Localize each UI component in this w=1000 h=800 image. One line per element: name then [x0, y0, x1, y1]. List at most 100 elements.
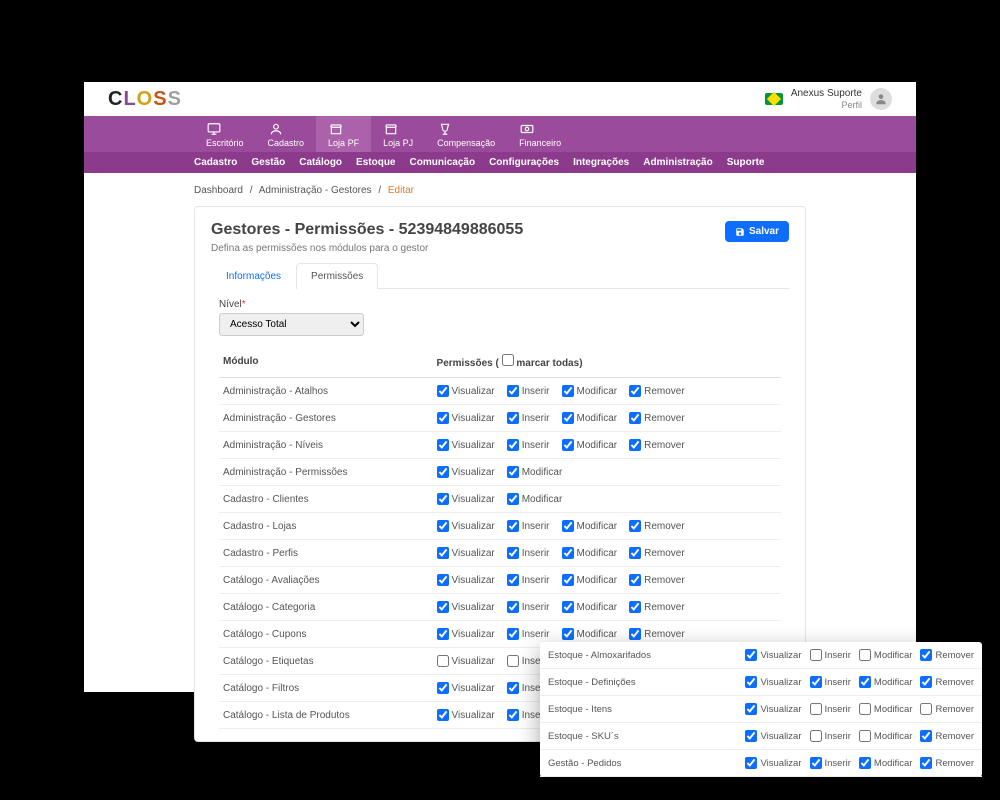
perm-modify-checkbox[interactable] — [562, 547, 574, 559]
perm-remove[interactable]: Remover — [629, 601, 685, 613]
perm-view-checkbox[interactable] — [745, 730, 757, 742]
perm-insert[interactable]: Inserir — [810, 757, 851, 769]
perm-insert-checkbox[interactable] — [507, 385, 519, 397]
perm-modify-checkbox[interactable] — [859, 676, 871, 688]
perm-insert-checkbox[interactable] — [810, 730, 822, 742]
level-select[interactable]: Acesso Total — [219, 313, 364, 336]
perm-insert-checkbox[interactable] — [507, 601, 519, 613]
perm-remove[interactable]: Remover — [629, 574, 685, 586]
perm-modify[interactable]: Modificar — [859, 703, 913, 715]
perm-insert-checkbox[interactable] — [810, 703, 822, 715]
perm-remove[interactable]: Remover — [920, 703, 974, 715]
perm-modify[interactable]: Modificar — [562, 547, 618, 559]
perm-view-checkbox[interactable] — [437, 655, 449, 667]
perm-insert-checkbox[interactable] — [507, 520, 519, 532]
nav1-item-5[interactable]: Financeiro — [507, 116, 573, 152]
perm-view[interactable]: Visualizar — [437, 682, 495, 694]
perm-remove[interactable]: Remover — [920, 757, 974, 769]
nav1-item-1[interactable]: Cadastro — [256, 116, 317, 152]
perm-view[interactable]: Visualizar — [437, 547, 495, 559]
perm-insert-checkbox[interactable] — [810, 757, 822, 769]
perm-view-checkbox[interactable] — [745, 703, 757, 715]
perm-view-checkbox[interactable] — [437, 709, 449, 721]
perm-insert[interactable]: Inserir — [810, 649, 851, 661]
perm-remove-checkbox[interactable] — [629, 385, 641, 397]
user-info[interactable]: Anexus Suporte Perfil — [791, 88, 862, 111]
perm-view[interactable]: Visualizar — [745, 757, 801, 769]
perm-remove[interactable]: Remover — [629, 520, 685, 532]
perm-modify-checkbox[interactable] — [859, 703, 871, 715]
perm-view[interactable]: Visualizar — [437, 493, 495, 505]
perm-view-checkbox[interactable] — [437, 520, 449, 532]
perm-view-checkbox[interactable] — [437, 601, 449, 613]
perm-view-checkbox[interactable] — [437, 466, 449, 478]
perm-view-checkbox[interactable] — [437, 385, 449, 397]
perm-remove-checkbox[interactable] — [920, 730, 932, 742]
perm-view-checkbox[interactable] — [437, 682, 449, 694]
perm-modify-checkbox[interactable] — [562, 439, 574, 451]
nav2-item-0[interactable]: Cadastro — [194, 157, 237, 168]
perm-insert-checkbox[interactable] — [507, 628, 519, 640]
perm-view[interactable]: Visualizar — [745, 649, 801, 661]
perm-insert[interactable]: Inserir — [507, 628, 550, 640]
perm-remove-checkbox[interactable] — [920, 703, 932, 715]
nav2-item-4[interactable]: Comunicação — [410, 157, 476, 168]
perm-remove-checkbox[interactable] — [629, 628, 641, 640]
perm-remove-checkbox[interactable] — [920, 649, 932, 661]
perm-insert[interactable]: Inserir — [507, 601, 550, 613]
perm-insert-checkbox[interactable] — [507, 682, 519, 694]
nav1-item-4[interactable]: Compensação — [425, 116, 507, 152]
perm-view[interactable]: Visualizar — [745, 730, 801, 742]
perm-insert[interactable]: Inserir — [507, 547, 550, 559]
flag-icon[interactable] — [765, 93, 783, 105]
tab-informacoes[interactable]: Informações — [211, 263, 296, 289]
nav2-item-2[interactable]: Catálogo — [299, 157, 342, 168]
perm-insert-checkbox[interactable] — [810, 676, 822, 688]
perm-view-checkbox[interactable] — [437, 439, 449, 451]
perm-insert-checkbox[interactable] — [507, 709, 519, 721]
nav2-item-8[interactable]: Suporte — [727, 157, 765, 168]
perm-view-checkbox[interactable] — [437, 412, 449, 424]
perm-insert[interactable]: Inserir — [810, 676, 851, 688]
perm-remove[interactable]: Remover — [920, 730, 974, 742]
perm-view-checkbox[interactable] — [745, 757, 757, 769]
nav1-item-2[interactable]: Loja PF — [316, 116, 371, 152]
perm-view[interactable]: Visualizar — [437, 601, 495, 613]
perm-modify[interactable]: Modificar — [562, 601, 618, 613]
perm-modify[interactable]: Modificar — [562, 520, 618, 532]
perm-modify-checkbox[interactable] — [507, 466, 519, 478]
perm-insert-checkbox[interactable] — [810, 649, 822, 661]
perm-view[interactable]: Visualizar — [437, 385, 495, 397]
perm-view[interactable]: Visualizar — [437, 574, 495, 586]
save-button[interactable]: Salvar — [725, 221, 789, 242]
perm-view-checkbox[interactable] — [437, 628, 449, 640]
mark-all-checkbox[interactable] — [502, 354, 514, 366]
perm-remove-checkbox[interactable] — [920, 757, 932, 769]
avatar[interactable] — [870, 88, 892, 110]
nav2-item-3[interactable]: Estoque — [356, 157, 395, 168]
tab-permissoes[interactable]: Permissões — [296, 263, 378, 289]
perm-modify[interactable]: Modificar — [859, 757, 913, 769]
perm-view[interactable]: Visualizar — [437, 520, 495, 532]
breadcrumb-admin[interactable]: Administração - Gestores — [259, 185, 372, 196]
perm-insert[interactable]: Inserir — [507, 574, 550, 586]
perm-modify-checkbox[interactable] — [562, 574, 574, 586]
perm-insert-checkbox[interactable] — [507, 574, 519, 586]
perm-insert-checkbox[interactable] — [507, 547, 519, 559]
perm-remove-checkbox[interactable] — [920, 676, 932, 688]
perm-insert[interactable]: Inserir — [507, 439, 550, 451]
perm-remove[interactable]: Remover — [920, 649, 974, 661]
perm-modify[interactable]: Modificar — [562, 439, 618, 451]
perm-modify-checkbox[interactable] — [859, 757, 871, 769]
perm-view[interactable]: Visualizar — [437, 655, 495, 667]
perm-view-checkbox[interactable] — [745, 676, 757, 688]
perm-remove[interactable]: Remover — [629, 547, 685, 559]
perm-insert[interactable]: Inserir — [810, 730, 851, 742]
perm-view-checkbox[interactable] — [437, 574, 449, 586]
perm-insert[interactable]: Inserir — [507, 520, 550, 532]
perm-remove[interactable]: Remover — [629, 385, 685, 397]
perm-remove[interactable]: Remover — [629, 412, 685, 424]
perm-remove-checkbox[interactable] — [629, 574, 641, 586]
perm-view[interactable]: Visualizar — [745, 676, 801, 688]
perm-insert[interactable]: Inserir — [507, 385, 550, 397]
